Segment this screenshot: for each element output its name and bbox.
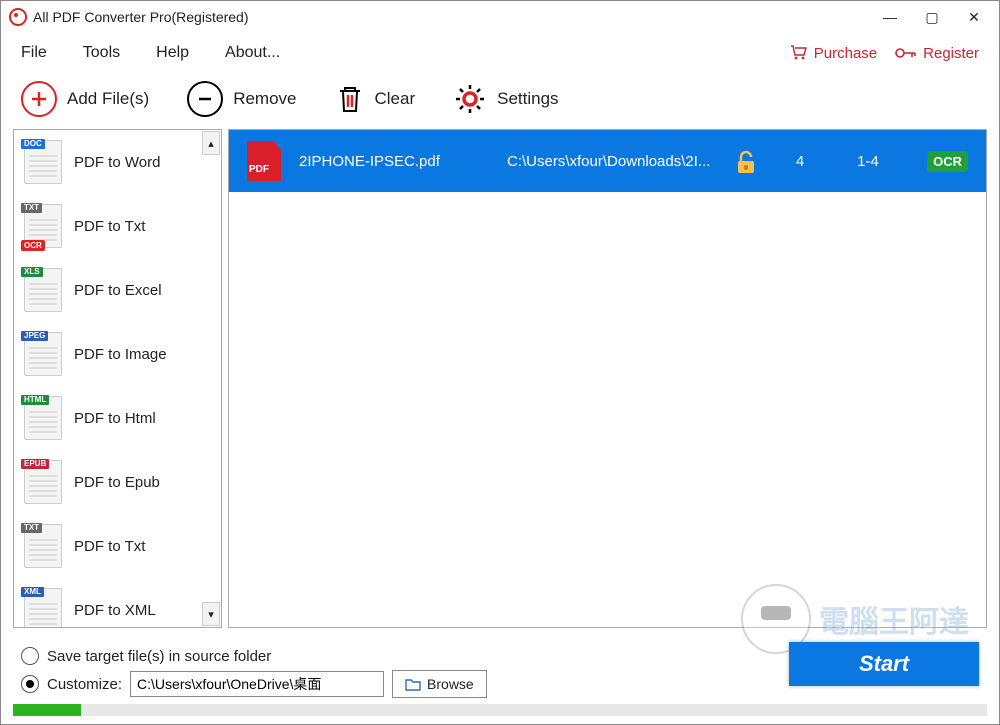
browse-button[interactable]: Browse xyxy=(392,670,487,698)
file-page-range[interactable]: 1-4 xyxy=(843,153,893,170)
sidebar-item-label: PDF to Epub xyxy=(74,474,160,491)
start-button[interactable]: Start xyxy=(789,642,979,686)
sidebar-item-txt-1[interactable]: TXTOCR PDF to Txt xyxy=(14,194,221,258)
settings-label: Settings xyxy=(497,89,558,109)
start-label: Start xyxy=(859,651,909,677)
app-window: All PDF Converter Pro(Registered) — ▢ ✕ … xyxy=(0,0,1000,725)
customize-label: Customize: xyxy=(47,676,122,693)
cart-icon xyxy=(790,45,808,61)
sidebar-scroll-down[interactable]: ▾ xyxy=(202,602,220,626)
register-link[interactable]: Register xyxy=(895,45,979,62)
progress-fill xyxy=(13,704,81,716)
browse-label: Browse xyxy=(427,676,474,692)
clear-button[interactable]: Clear xyxy=(335,84,416,114)
clear-label: Clear xyxy=(375,89,416,109)
ocr-badge[interactable]: OCR xyxy=(927,151,968,172)
sidebar-item-html-4[interactable]: HTML PDF to Html xyxy=(14,386,221,450)
add-files-label: Add File(s) xyxy=(67,89,149,109)
radio-customize[interactable] xyxy=(21,675,39,693)
sidebar-item-label: PDF to Excel xyxy=(74,282,162,299)
sidebar-list: DOC PDF to Word TXTOCR PDF to Txt XLS PDF to … xyxy=(14,130,221,627)
sidebar-scroll-arrows: ▴ ▾ xyxy=(202,131,220,626)
sidebar-item-label: PDF to XML xyxy=(74,602,156,619)
purchase-link[interactable]: Purchase xyxy=(790,45,877,62)
file-row[interactable]: 2IPHONE-IPSEC.pdf C:\Users\xfour\Downloa… xyxy=(229,130,986,192)
sidebar-item-epub-5[interactable]: EPUB PDF to Epub xyxy=(14,450,221,514)
file-path: C:\Users\xfour\Downloads\2I... xyxy=(507,153,717,170)
register-label: Register xyxy=(923,45,979,62)
main-panel: 2IPHONE-IPSEC.pdf C:\Users\xfour\Downloa… xyxy=(228,129,987,628)
toolbar: Add File(s) Remove Clear Settings xyxy=(1,73,999,125)
xml-icon: XML xyxy=(24,588,62,627)
file-list: 2IPHONE-IPSEC.pdf C:\Users\xfour\Downloa… xyxy=(228,129,987,628)
sidebar-item-label: PDF to Image xyxy=(74,346,167,363)
unlock-icon[interactable] xyxy=(735,150,757,172)
save-in-source-label: Save target file(s) in source folder xyxy=(47,648,271,665)
txt-icon: TXTOCR xyxy=(24,204,62,248)
sidebar-item-xls-2[interactable]: XLS PDF to Excel xyxy=(14,258,221,322)
epub-icon: EPUB xyxy=(24,460,62,504)
footer: 電腦王阿達 http://www.kocpc.com.tw Save targe… xyxy=(1,632,999,704)
purchase-label: Purchase xyxy=(814,45,877,62)
menu-help[interactable]: Help xyxy=(156,44,189,62)
window-title: All PDF Converter Pro(Registered) xyxy=(33,9,249,25)
maximize-button[interactable]: ▢ xyxy=(923,9,941,26)
menu-tools[interactable]: Tools xyxy=(83,44,120,62)
close-button[interactable]: ✕ xyxy=(965,9,983,26)
remove-label: Remove xyxy=(233,89,296,109)
menubar: File Tools Help About... Purchase Regist… xyxy=(1,33,999,73)
sidebar-item-doc-0[interactable]: DOC PDF to Word xyxy=(14,130,221,194)
customize-path-input[interactable] xyxy=(130,671,384,697)
file-name: 2IPHONE-IPSEC.pdf xyxy=(299,153,489,170)
remove-button[interactable]: Remove xyxy=(187,81,296,117)
html-icon: HTML xyxy=(24,396,62,440)
menu-about[interactable]: About... xyxy=(225,44,280,62)
app-icon xyxy=(9,8,27,26)
file-page-count: 4 xyxy=(775,153,825,170)
sidebar-item-label: PDF to Html xyxy=(74,410,156,427)
jpeg-icon: JPEG xyxy=(24,332,62,376)
pdf-icon xyxy=(247,141,281,181)
gear-icon xyxy=(453,82,487,116)
settings-button[interactable]: Settings xyxy=(453,82,558,116)
sidebar-item-label: PDF to Txt xyxy=(74,218,145,235)
menu-file[interactable]: File xyxy=(21,44,47,62)
titlebar: All PDF Converter Pro(Registered) — ▢ ✕ xyxy=(1,1,999,33)
txt-icon: TXT xyxy=(24,524,62,568)
window-controls: — ▢ ✕ xyxy=(881,9,991,26)
xls-icon: XLS xyxy=(24,268,62,312)
sidebar-item-label: PDF to Word xyxy=(74,154,160,171)
sidebar-item-jpeg-3[interactable]: JPEG PDF to Image xyxy=(14,322,221,386)
sidebar-item-xml-7[interactable]: XML PDF to XML xyxy=(14,578,221,627)
plus-icon xyxy=(21,81,57,117)
sidebar-scroll-up[interactable]: ▴ xyxy=(202,131,220,155)
progress-bar xyxy=(13,704,987,716)
add-files-button[interactable]: Add File(s) xyxy=(21,81,149,117)
sidebar-item-label: PDF to Txt xyxy=(74,538,145,555)
minimize-button[interactable]: — xyxy=(881,9,899,26)
sidebar: DOC PDF to Word TXTOCR PDF to Txt XLS PDF to … xyxy=(13,129,222,628)
trash-icon xyxy=(335,84,365,114)
sidebar-item-txt-6[interactable]: TXT PDF to Txt xyxy=(14,514,221,578)
folder-icon xyxy=(405,677,421,691)
content-area: DOCPDF to WordTXTOCRPDF to TxtXLSPDF to … xyxy=(1,125,999,632)
minus-icon xyxy=(187,81,223,117)
radio-save-in-source[interactable] xyxy=(21,647,39,665)
key-icon xyxy=(895,46,917,60)
doc-icon: DOC xyxy=(24,140,62,184)
